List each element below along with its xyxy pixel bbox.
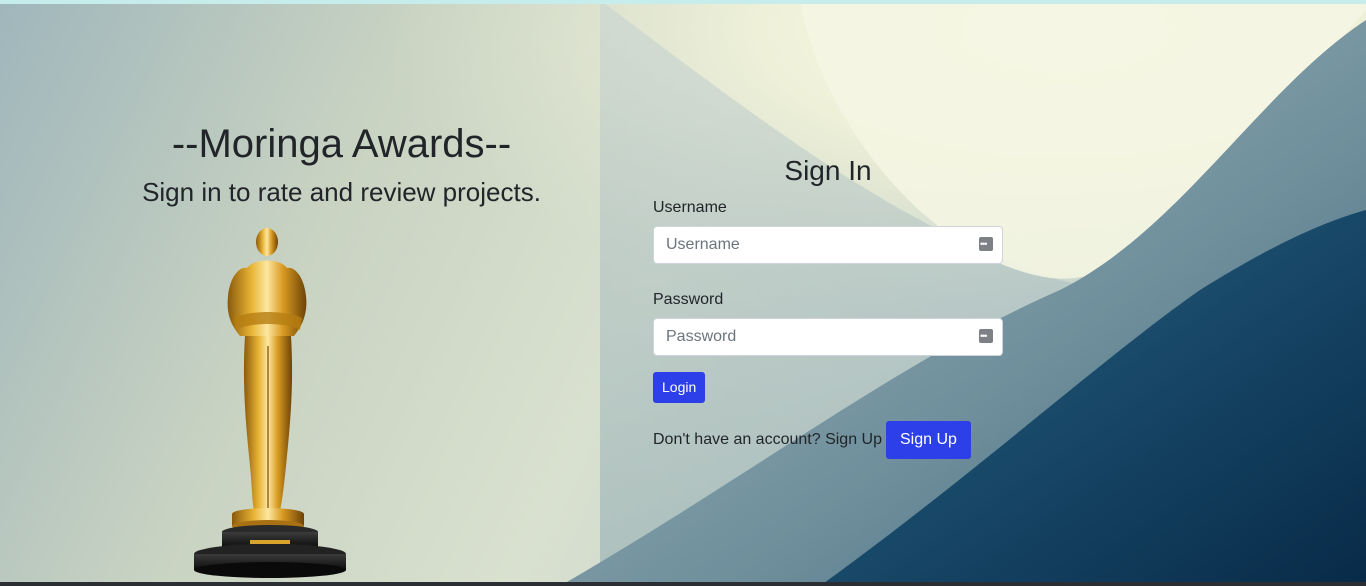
signup-prompt: Don't have an account? Sign Up bbox=[653, 431, 882, 448]
brand-subtitle: Sign in to rate and review projects. bbox=[142, 177, 541, 207]
sign-in-form: Sign In Username Password Login Don't ha… bbox=[653, 150, 1003, 459]
browser-bottom-edge bbox=[0, 582, 1366, 586]
username-input[interactable] bbox=[653, 226, 1003, 264]
password-manager-key-icon[interactable] bbox=[979, 237, 993, 251]
password-input[interactable] bbox=[653, 318, 1003, 356]
signup-row: Don't have an account? Sign Up Sign Up bbox=[653, 421, 1003, 459]
branding-panel: --Moringa Awards-- Sign in to rate and r… bbox=[0, 0, 683, 586]
brand-title: --Moringa Awards-- bbox=[171, 122, 512, 166]
sign-up-button[interactable]: Sign Up bbox=[885, 421, 971, 459]
oscar-statuette-icon bbox=[194, 228, 346, 578]
password-manager-key-icon[interactable] bbox=[979, 329, 993, 343]
field-spacer bbox=[653, 264, 1003, 284]
form-title: Sign In bbox=[784, 155, 872, 186]
login-page: --Moringa Awards-- Sign in to rate and r… bbox=[0, 0, 1366, 586]
username-field-wrapper bbox=[653, 226, 1003, 264]
browser-top-edge bbox=[0, 0, 1366, 4]
login-button[interactable]: Login bbox=[653, 372, 706, 403]
password-field-wrapper bbox=[653, 318, 1003, 356]
password-label: Password bbox=[653, 291, 724, 308]
username-label: Username bbox=[653, 199, 727, 216]
